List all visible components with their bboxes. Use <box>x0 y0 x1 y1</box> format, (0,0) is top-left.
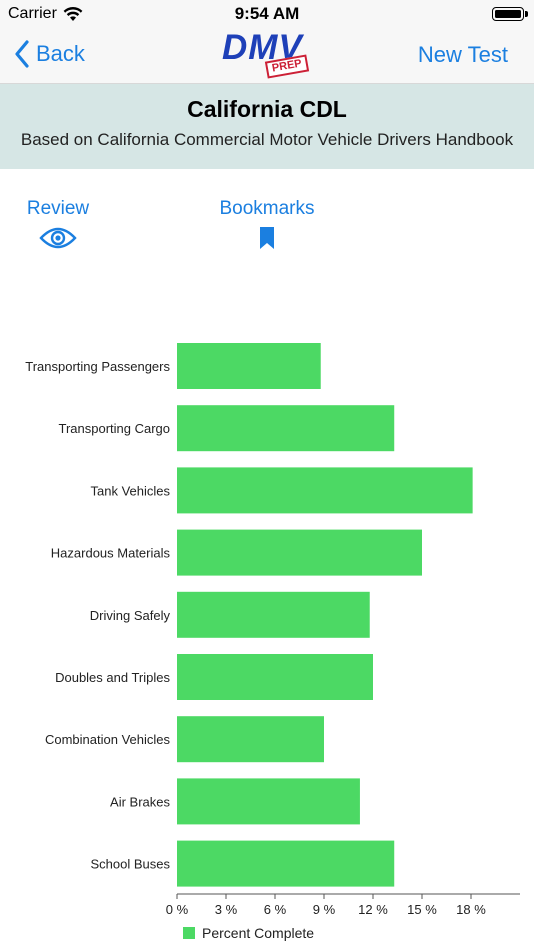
navigation-bar: Back DMV PREP New Test <box>0 28 534 84</box>
review-label: Review <box>26 198 90 219</box>
category-label-8: School Buses <box>91 857 171 872</box>
bar-0 <box>177 343 321 389</box>
category-label-3: Hazardous Materials <box>51 546 171 561</box>
bar-7 <box>177 778 360 825</box>
category-label-2: Tank Vehicles <box>91 483 171 498</box>
bar-6 <box>177 716 324 763</box>
x-tick-label-2: 6 % <box>264 902 287 917</box>
bar-3 <box>177 529 422 576</box>
x-tick-label-0: 0 % <box>166 902 189 917</box>
legend-swatch <box>183 927 195 939</box>
eye-icon <box>39 227 77 249</box>
bar-2 <box>177 467 473 514</box>
status-bar: Carrier 9:54 AM <box>0 0 534 28</box>
category-label-6: Combination Vehicles <box>45 732 171 747</box>
review-button[interactable]: Review <box>24 198 92 250</box>
status-time: 9:54 AM <box>234 4 300 23</box>
progress-chart: Transporting Passengers Transporting Carg… <box>0 330 534 950</box>
dmv-prep-logo: DMV PREP <box>222 28 314 80</box>
category-label-7: Air Brakes <box>110 794 170 809</box>
x-tick-label-5: 15 % <box>407 902 437 917</box>
test-header: California CDL Based on California Comme… <box>0 84 534 169</box>
battery-icon <box>492 7 528 21</box>
back-button[interactable]: Back <box>14 40 85 68</box>
back-button-label: Back <box>36 41 85 66</box>
category-label-4: Driving Safely <box>90 608 171 623</box>
category-label-1: Transporting Cargo <box>58 421 170 436</box>
chevron-left-icon <box>15 40 29 68</box>
bookmarks-label: Bookmarks <box>219 198 315 219</box>
bar-chart: Transporting Passengers Transporting Carg… <box>25 343 520 917</box>
x-tick-label-4: 12 % <box>358 902 388 917</box>
x-tick-label-3: 9 % <box>313 902 336 917</box>
new-test-button[interactable]: New Test <box>418 42 508 68</box>
bar-1 <box>177 405 395 452</box>
bar-8 <box>177 840 395 887</box>
bar-5 <box>177 654 373 700</box>
legend-label: Percent Complete <box>202 925 315 941</box>
bar-4 <box>177 591 370 638</box>
x-tick-label-6: 18 % <box>456 902 486 917</box>
category-label-0: Transporting Passengers <box>25 359 170 374</box>
bookmarks-button[interactable]: Bookmarks <box>214 198 320 250</box>
bookmark-icon <box>260 227 274 249</box>
test-subtitle: Based on California Commercial Motor Veh… <box>20 130 514 149</box>
category-label-5: Doubles and Triples <box>55 670 170 685</box>
test-title: California CDL <box>187 96 347 122</box>
x-tick-label-1: 3 % <box>215 902 238 917</box>
chart-legend: Percent Complete <box>183 925 314 941</box>
